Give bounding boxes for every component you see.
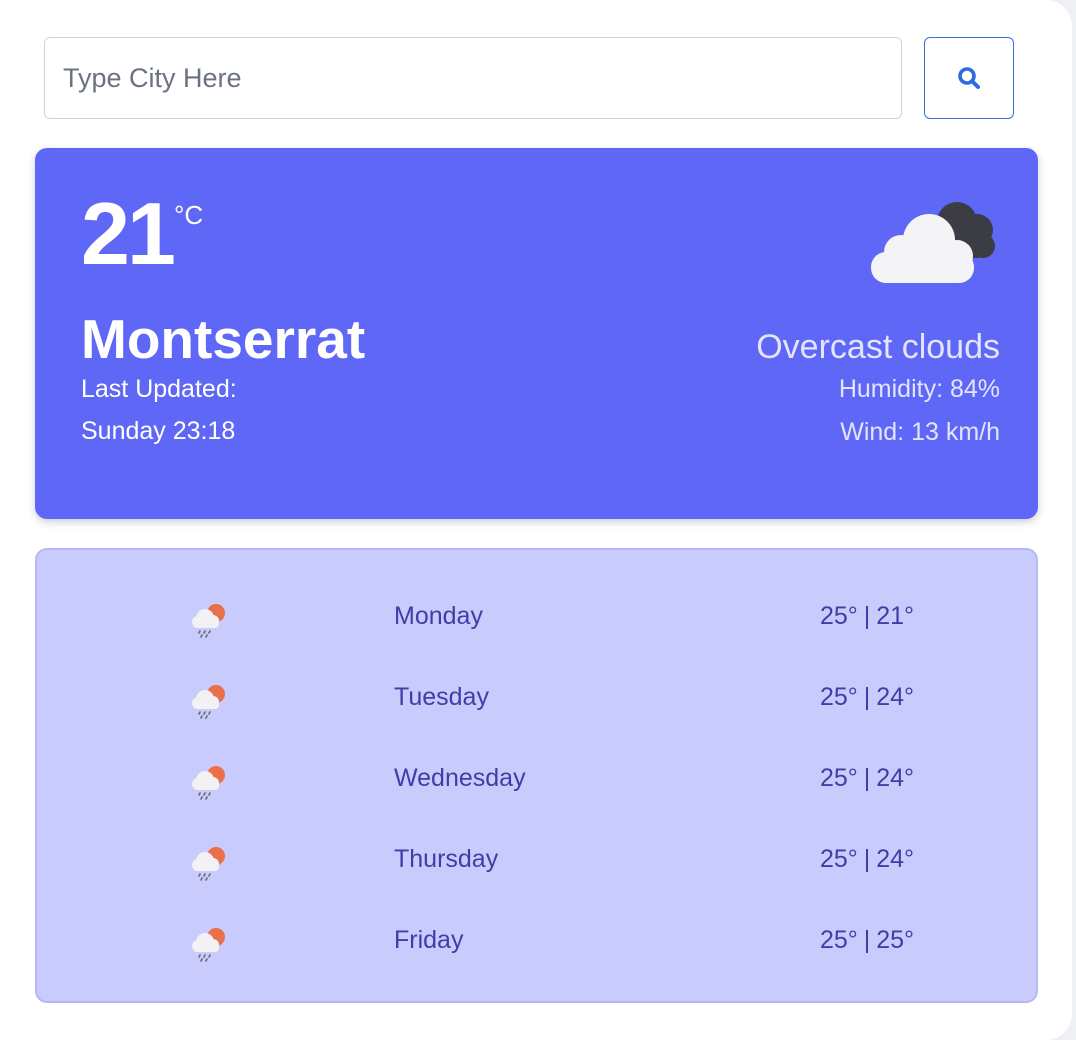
rain-sun-cloud-icon xyxy=(192,604,225,638)
weather-app: 21 °C Montserrat Last Updated: Sunday 23… xyxy=(0,0,1072,1040)
forecast-temperatures: 25° | 24° xyxy=(807,685,927,710)
forecast-separator: | xyxy=(863,764,871,792)
forecast-low: 24° xyxy=(876,845,915,873)
forecast-row: Friday 25° | 25° xyxy=(37,912,1040,972)
forecast-temperatures: 25° | 24° xyxy=(807,766,927,791)
forecast-day: Tuesday xyxy=(394,683,489,711)
forecast-high: 25° xyxy=(819,845,858,873)
rain-sun-cloud-icon xyxy=(192,766,225,800)
overcast-clouds-icon xyxy=(871,202,995,283)
city-name: Montserrat xyxy=(81,308,366,370)
forecast-temperatures: 25° | 25° xyxy=(807,928,927,953)
forecast-day: Thursday xyxy=(394,845,499,873)
current-weather-card: 21 °C Montserrat Last Updated: Sunday 23… xyxy=(35,148,1038,519)
forecast-list: Monday 25° | 21° Tuesday 25° | 24° Wedne… xyxy=(35,548,1038,1003)
forecast-temperatures: 25° | 24° xyxy=(807,847,927,872)
forecast-low: 24° xyxy=(876,683,915,711)
last-updated-time: Sunday 23:18 xyxy=(81,417,236,445)
forecast-row: Wednesday 25° | 24° xyxy=(37,750,1040,810)
rain-sun-cloud-icon xyxy=(192,847,225,881)
forecast-high: 25° xyxy=(819,602,858,630)
search-icon xyxy=(958,67,980,89)
last-updated-label: Last Updated: xyxy=(81,375,237,403)
forecast-day: Monday xyxy=(394,602,483,630)
rain-sun-cloud-icon xyxy=(192,928,225,962)
forecast-low: 24° xyxy=(876,764,915,792)
weather-condition: Overcast clouds xyxy=(756,328,1000,366)
forecast-row: Thursday 25° | 24° xyxy=(37,831,1040,891)
forecast-high: 25° xyxy=(819,764,858,792)
forecast-separator: | xyxy=(863,926,871,954)
rain-sun-cloud-icon xyxy=(192,685,225,719)
forecast-high: 25° xyxy=(819,926,858,954)
forecast-row: Monday 25° | 21° xyxy=(37,588,1040,648)
city-search-input[interactable] xyxy=(44,37,902,119)
forecast-row: Tuesday 25° | 24° xyxy=(37,669,1040,729)
forecast-separator: | xyxy=(863,602,871,630)
forecast-low: 21° xyxy=(876,602,915,630)
search-button[interactable] xyxy=(924,37,1014,119)
wind-value: Wind: 13 km/h xyxy=(840,418,1000,446)
current-temperature: 21 xyxy=(81,184,176,283)
forecast-high: 25° xyxy=(819,683,858,711)
forecast-low: 25° xyxy=(876,926,915,954)
forecast-separator: | xyxy=(863,683,871,711)
forecast-separator: | xyxy=(863,845,871,873)
temperature-unit: °C xyxy=(174,200,204,230)
forecast-day: Wednesday xyxy=(394,764,526,792)
search-bar xyxy=(44,37,1014,119)
forecast-day: Friday xyxy=(394,926,464,954)
forecast-temperatures: 25° | 21° xyxy=(807,604,927,629)
humidity-value: Humidity: 84% xyxy=(838,375,1000,403)
